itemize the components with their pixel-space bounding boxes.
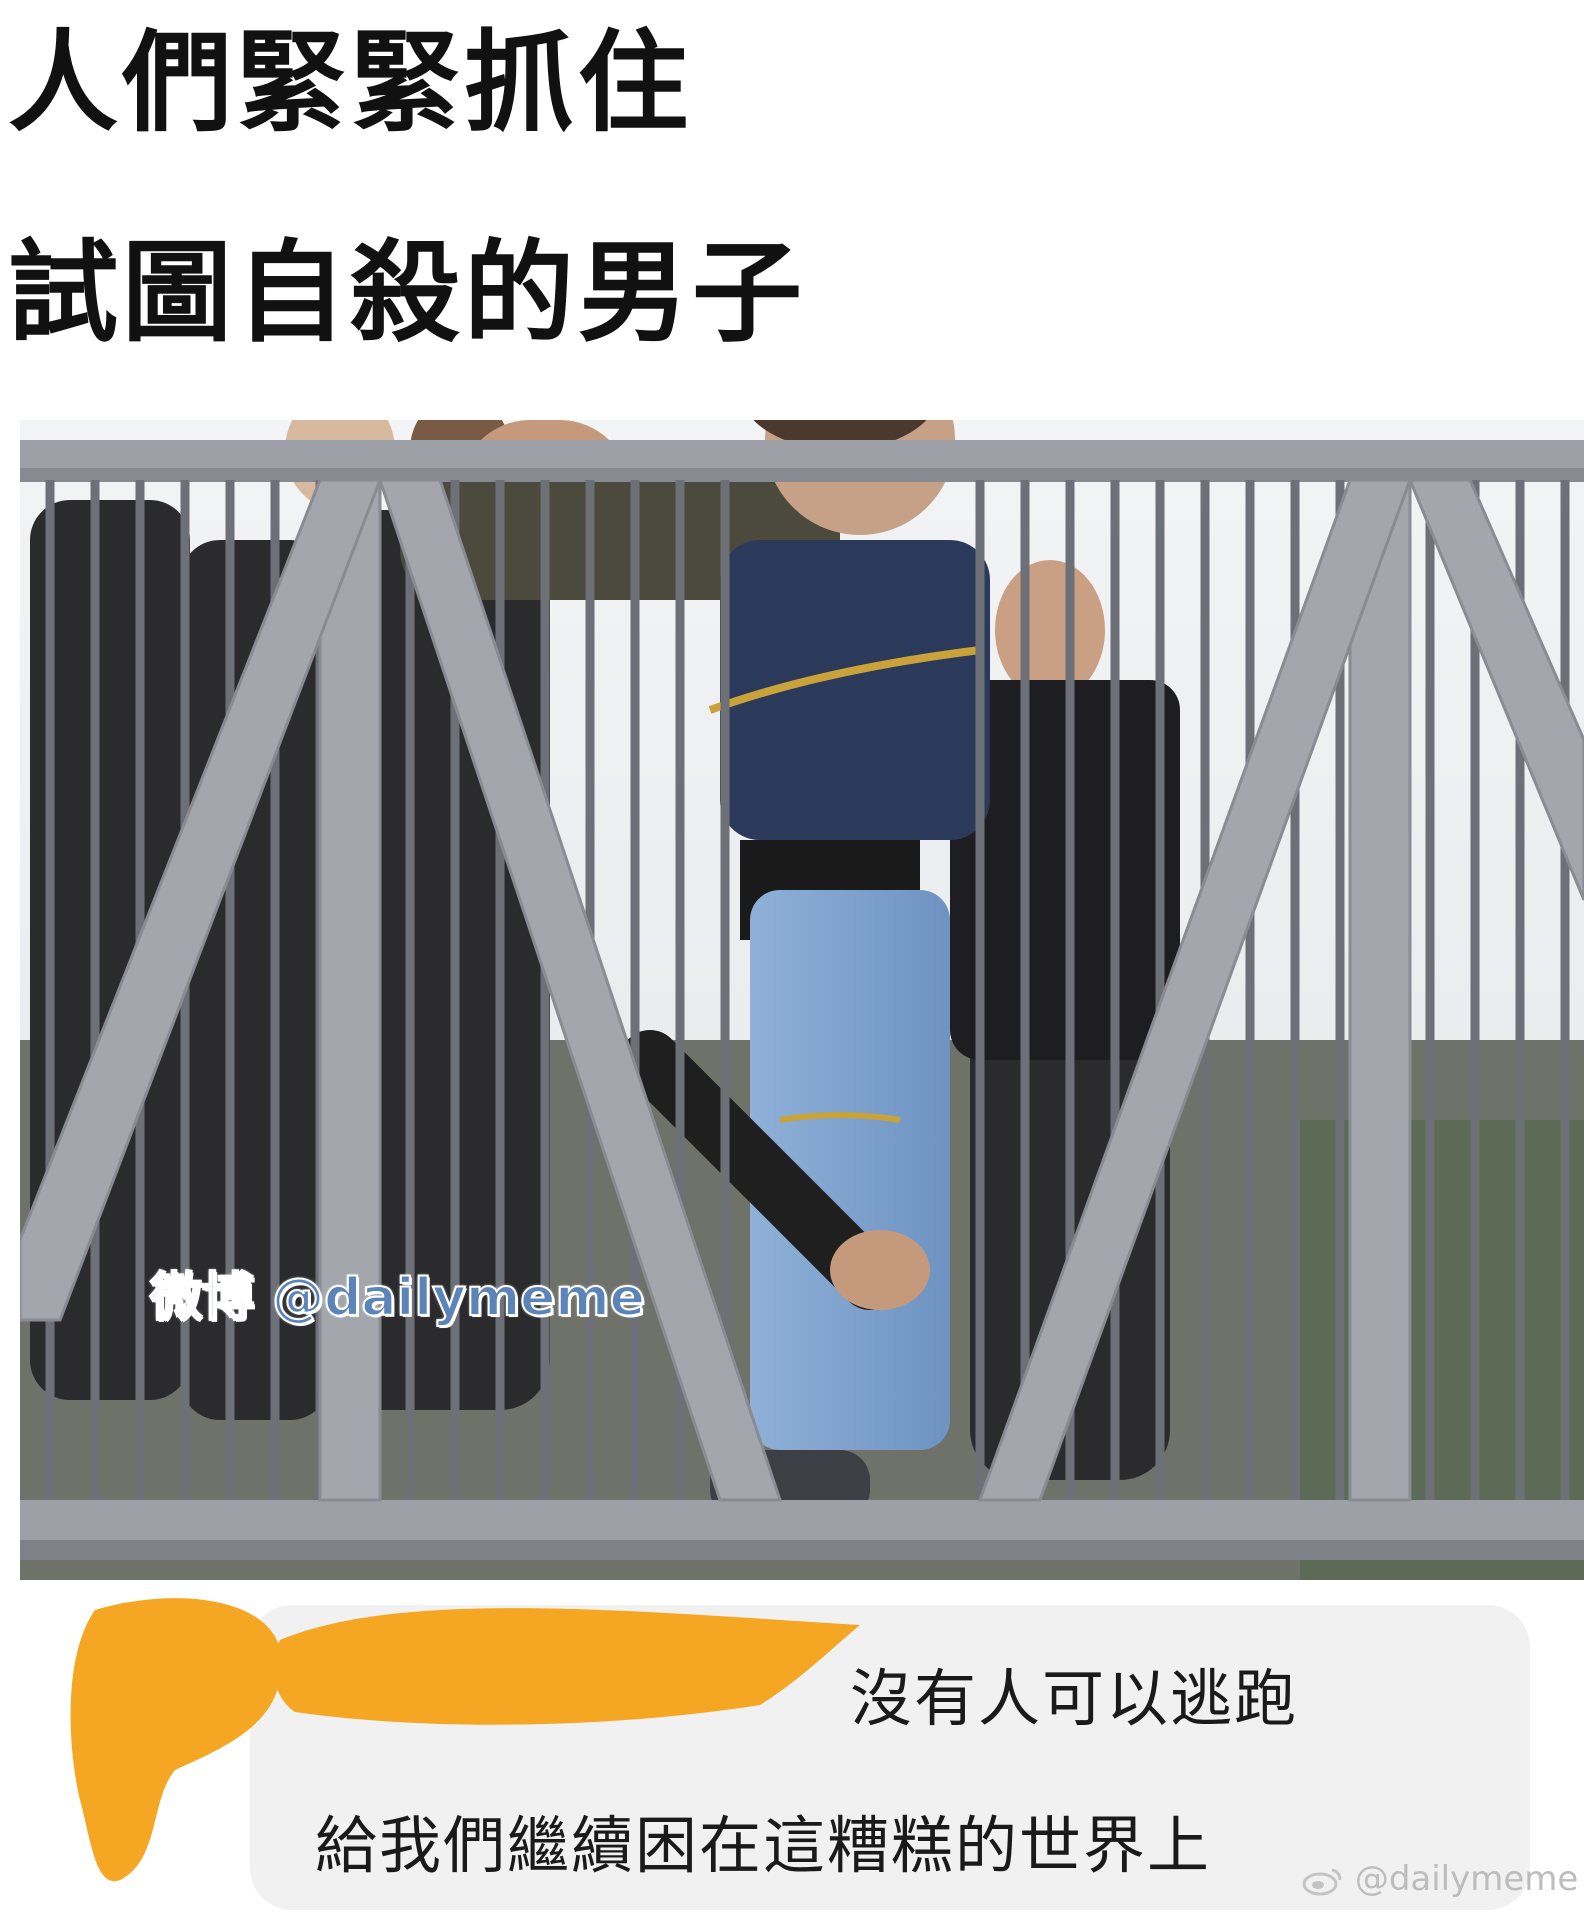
corner-watermark: @dailymeme [1300,1862,1578,1896]
center-watermark: 微博 @dailymeme [149,1268,646,1328]
corner-watermark-text: @dailymeme [1354,1859,1579,1899]
weibo-icon [1302,1868,1342,1895]
caption-top-line: 人們緊緊抓住 [8,19,692,147]
comment-first-line: 沒有人可以逃跑 [850,1662,1299,1735]
caption-bottom-line: 試圖自殺的男子 [8,229,806,357]
comment-second-line: 給我們繼續困在這糟糕的世界上 [315,1809,1212,1882]
bridge-rescue-photo [20,420,1584,1580]
